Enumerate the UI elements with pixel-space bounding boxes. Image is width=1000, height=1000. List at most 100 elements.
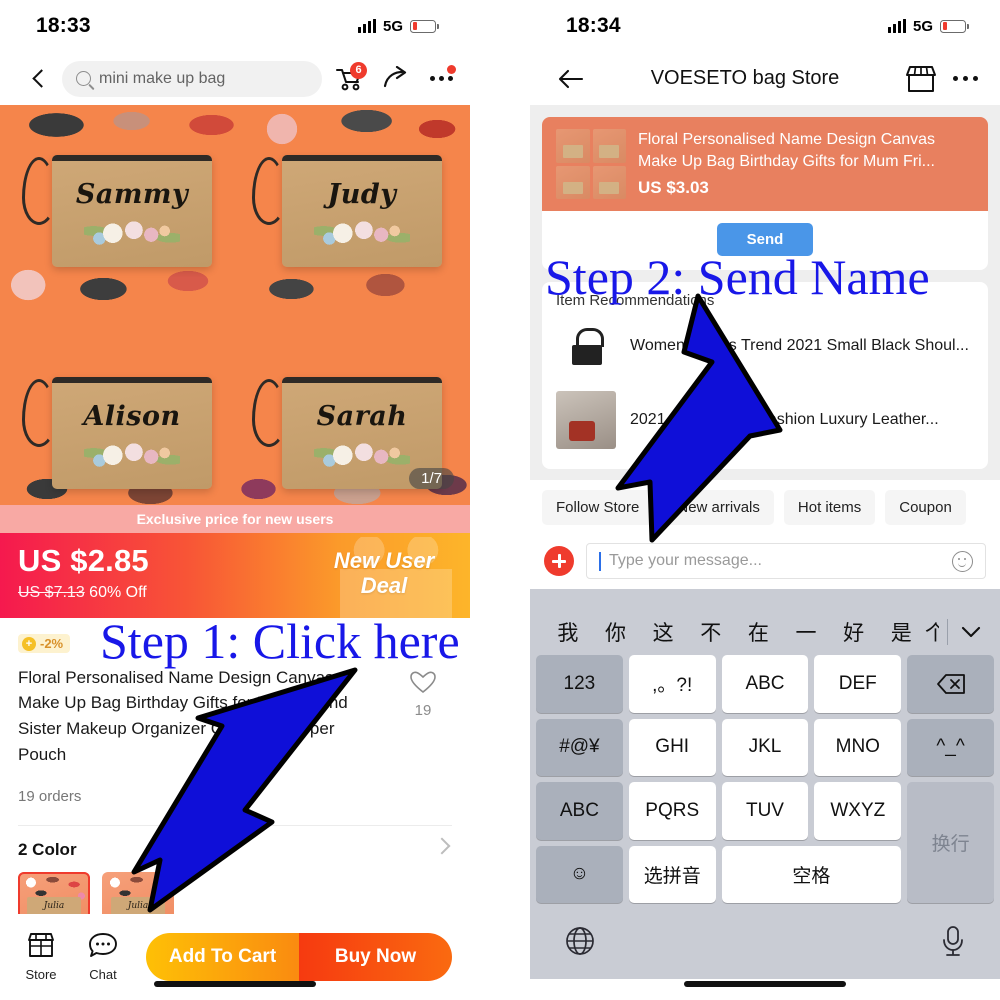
share-button[interactable]	[382, 65, 410, 92]
home-indicator	[154, 981, 316, 987]
chevron-left-icon[interactable]	[28, 68, 50, 90]
pouch-name: Alison	[83, 401, 181, 432]
back-button[interactable]	[556, 66, 586, 92]
coin-icon	[22, 636, 36, 651]
candidate-0[interactable]: 我	[544, 617, 592, 647]
status-indicators: 5G	[357, 17, 439, 35]
deal-badge-line1: New User	[333, 548, 435, 573]
product-card-info: Floral Personalised Name Design Canvas M…	[638, 129, 974, 199]
candidate-6[interactable]: 好	[830, 617, 878, 647]
product-card-title: Floral Personalised Name Design Canvas M…	[638, 131, 936, 171]
coin-discount-badge: -2%	[18, 634, 71, 653]
more-dots-icon	[953, 76, 958, 81]
pouch-image-1: Sammy	[22, 155, 212, 267]
signal-icon	[887, 19, 906, 33]
globe-icon	[566, 926, 594, 955]
chat-label: Chat	[89, 967, 117, 982]
key-jkl[interactable]: JKL	[721, 718, 809, 776]
pouch-name: Judy	[327, 179, 397, 210]
key-abc[interactable]: ABC	[721, 655, 809, 713]
left-nav-bar: mini make up bag 6	[0, 52, 470, 105]
search-input[interactable]: mini make up bag	[62, 60, 322, 97]
network-label: 5G	[912, 17, 933, 35]
floral-decoration	[84, 215, 180, 253]
plus-icon[interactable]	[544, 546, 574, 576]
keyboard-top-spacer	[530, 589, 1000, 609]
home-indicator	[684, 981, 846, 987]
status-clock: 18:33	[36, 14, 91, 37]
key-punct[interactable]: ,。?!	[628, 655, 716, 713]
key-ghi[interactable]: GHI	[628, 718, 716, 776]
battery-icon	[410, 19, 439, 33]
share-icon	[383, 65, 407, 87]
step-1-arrow	[131, 667, 358, 913]
status-bar-left: 18:33 5G	[0, 0, 470, 52]
mic-button[interactable]	[940, 925, 966, 962]
store-button[interactable]: Store	[18, 932, 64, 982]
more-button[interactable]	[426, 64, 456, 92]
candidate-5[interactable]: 一	[782, 617, 830, 647]
key-pinyin[interactable]: 选拼音	[628, 845, 716, 903]
candidate-divider	[947, 619, 948, 645]
globe-button[interactable]	[564, 925, 596, 962]
key-kaomoji[interactable]: ^_^	[907, 718, 994, 776]
more-dots-icon	[429, 76, 435, 81]
space-key[interactable]: 空格	[721, 845, 902, 903]
candidate-4[interactable]: 在	[735, 617, 783, 647]
network-label: 5G	[382, 17, 403, 35]
store-label: Store	[25, 967, 57, 982]
cart-badge: 6	[350, 61, 367, 79]
step-1-annotation: Step 1: Click here	[100, 613, 460, 669]
chat-more-button[interactable]	[946, 76, 978, 81]
product-thumbnail	[556, 129, 626, 199]
wishlist-count: 19	[414, 702, 432, 719]
exclusive-price-banner: Exclusive price for new users	[0, 505, 470, 533]
candidate-1[interactable]: 你	[592, 617, 640, 647]
deal-badge-line2: Deal	[360, 572, 408, 598]
key-123[interactable]: 123	[536, 655, 623, 713]
discount-percent: 60% Off	[89, 584, 147, 601]
pouch-name: Sammy	[75, 179, 189, 210]
candidate-partial[interactable]: 个	[925, 617, 939, 647]
smiley-icon[interactable]	[952, 550, 973, 572]
key-pqrs[interactable]: PQRS	[628, 782, 716, 840]
chip-coupon[interactable]: Coupon	[885, 490, 966, 525]
product-card-price: US $3.03	[638, 178, 709, 198]
store-shortcut-button[interactable]	[904, 64, 938, 94]
pouch-image-3: Alison	[22, 377, 212, 489]
cart-button[interactable]: 6	[334, 61, 367, 92]
original-price: US $7.13	[18, 584, 85, 601]
product-image-gallery[interactable]: Sammy Judy Alison Sarah 1/7	[0, 105, 470, 505]
key-tuv[interactable]: TUV	[721, 782, 809, 840]
key-abc-mode[interactable]: ABC	[536, 782, 623, 840]
panel-gutter	[470, 0, 530, 1000]
step-2-arrow	[615, 293, 783, 543]
return-key[interactable]: 换行	[907, 782, 994, 903]
coin-badge-label: -2%	[40, 636, 64, 651]
on-screen-keyboard: 我 你 这 不 在 一 好 是 个 123 ,。?! ABC DEF #@¥ G…	[530, 589, 1000, 979]
storefront-icon	[28, 933, 54, 957]
wishlist-button[interactable]: 19	[400, 670, 446, 719]
candidate-3[interactable]: 不	[687, 617, 735, 647]
key-wxyz[interactable]: WXYZ	[814, 782, 902, 840]
price-banner: US $2.85 US $7.13 60% Off New User Deal	[0, 533, 470, 618]
battery-icon	[940, 19, 969, 33]
key-symbols[interactable]: #@¥	[536, 718, 623, 776]
heart-icon	[410, 671, 436, 694]
status-clock: 18:34	[566, 14, 621, 37]
color-swatch-1[interactable]	[18, 871, 90, 920]
candidate-2[interactable]: 这	[639, 617, 687, 647]
backspace-key[interactable]	[907, 655, 994, 713]
search-icon	[76, 71, 91, 86]
swatch-name-plate	[26, 896, 82, 916]
notification-dot	[447, 64, 456, 74]
emoji-key[interactable]: ☺	[536, 845, 623, 903]
candidate-7[interactable]: 是	[877, 617, 925, 647]
floral-decoration	[314, 215, 410, 253]
floral-decoration	[84, 437, 180, 475]
key-mno[interactable]: MNO	[814, 718, 902, 776]
chevron-down-icon[interactable]	[956, 626, 986, 639]
search-value: mini make up bag	[99, 69, 226, 87]
storefront-icon	[906, 65, 936, 92]
key-def[interactable]: DEF	[814, 655, 902, 713]
